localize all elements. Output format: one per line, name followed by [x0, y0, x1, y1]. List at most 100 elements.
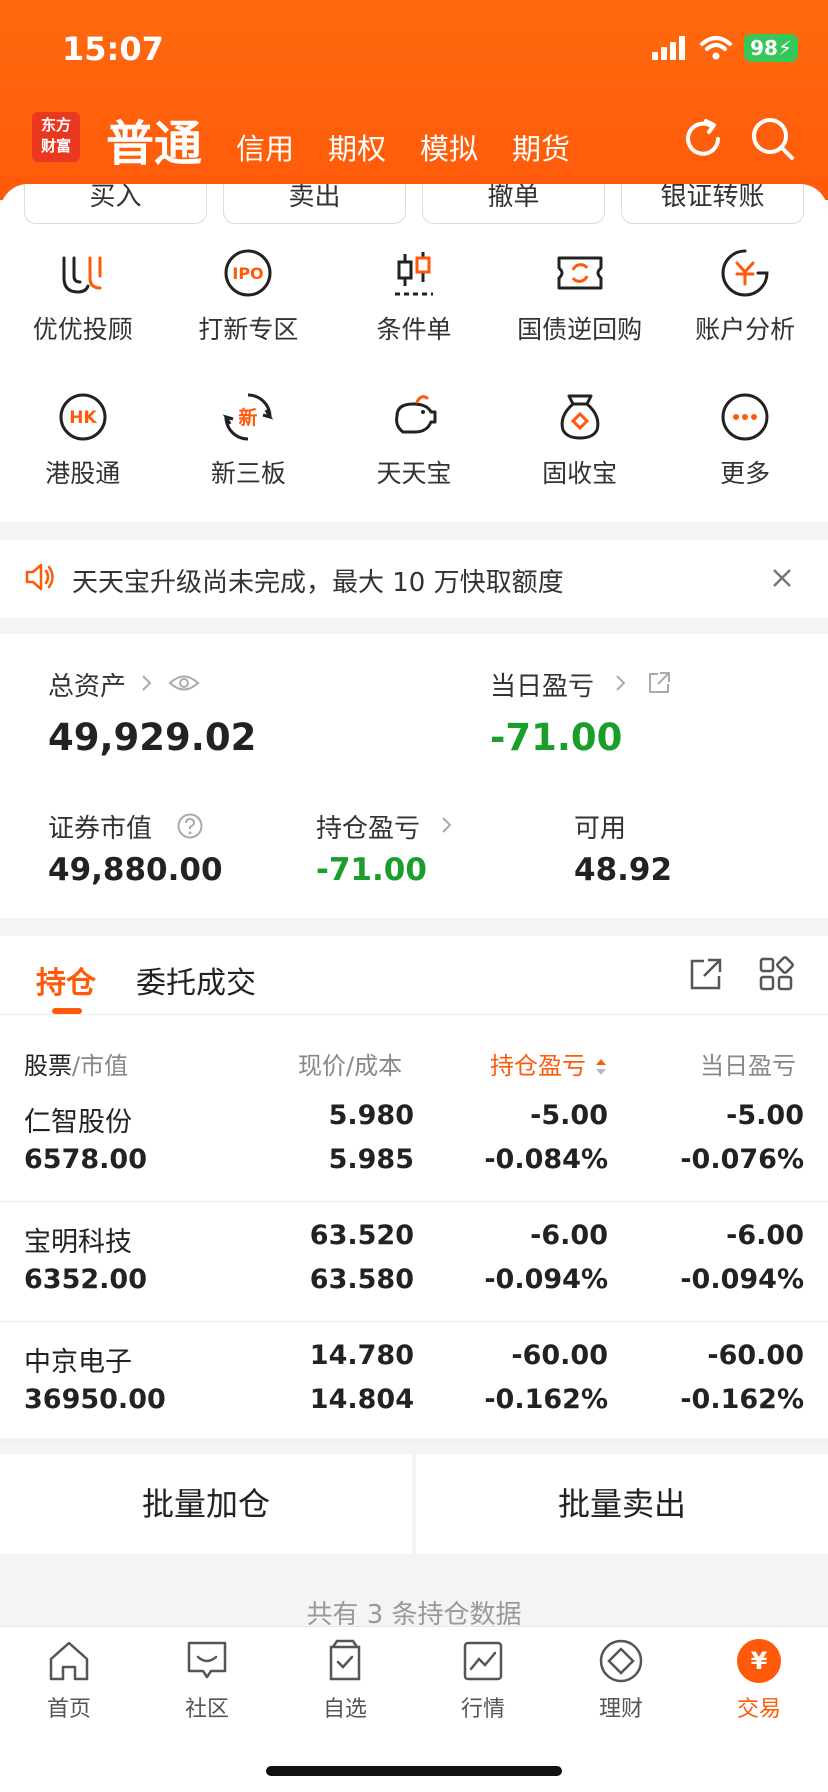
daily-pnl: -6.00	[726, 1220, 804, 1251]
cost-price: 14.804	[309, 1384, 414, 1415]
hk-icon: HK	[59, 393, 107, 441]
grid-item-gushoubao[interactable]: 固收宝	[497, 390, 663, 490]
chevron-right-icon[interactable]	[440, 814, 454, 836]
daily-pnl-label[interactable]: 当日盈亏	[490, 666, 594, 703]
function-grid-row-1: 优优投顾 IPO 打新专区 条件单 国债逆回购 账户分析	[0, 246, 828, 346]
daily-pnl: -60.00	[707, 1340, 804, 1371]
function-grid-row-2: HK 港股通 新 新三板 天天宝 固收宝 更多	[0, 390, 828, 490]
battery-level: 98	[750, 36, 778, 60]
hk-icon-text: HK	[69, 408, 97, 428]
tab-orders-trades[interactable]: 委托成交	[136, 958, 256, 1002]
tab-holdings[interactable]: 持仓	[36, 958, 96, 1002]
grid-label: 打新专区	[198, 315, 299, 344]
chevron-right-icon[interactable]	[614, 672, 628, 694]
ipo-icon: IPO	[224, 249, 272, 297]
buy-button[interactable]: 买入	[24, 184, 207, 224]
nav-label: 首页	[46, 1697, 91, 1722]
col-market-value: 市值	[80, 1052, 129, 1080]
piggy-bank-icon	[395, 395, 437, 434]
holding-pnl: -6.00	[530, 1220, 608, 1251]
account-analysis-icon	[721, 249, 769, 297]
holding-pnl-pct: -0.162%	[484, 1384, 608, 1415]
home-indicator	[266, 1766, 562, 1776]
repo-icon	[557, 256, 603, 290]
col-daily-pnl[interactable]: 当日盈亏	[700, 1046, 796, 1080]
tab-futures[interactable]: 期货	[512, 126, 570, 168]
cellular-signal-icon	[652, 36, 686, 60]
chevron-right-icon[interactable]	[140, 672, 154, 694]
notice-banner[interactable]: 天天宝升级尚未完成，最大 10 万快取额度	[0, 540, 828, 618]
table-row[interactable]: 宝明科技 6352.00 63.520 63.580 -6.00 -0.094% -6.00…	[0, 1202, 828, 1322]
nav-trade[interactable]: ¥ 交易	[690, 1627, 828, 1792]
wealth-icon	[599, 1639, 643, 1683]
grid-label: 国债逆回购	[517, 315, 643, 344]
nav-community[interactable]: 社区	[138, 1627, 276, 1792]
trade-glyph: ¥	[751, 1647, 768, 1675]
tab-options[interactable]: 期权	[328, 126, 386, 168]
grid-label: 更多	[720, 459, 771, 488]
nav-wealth[interactable]: 理财	[552, 1627, 690, 1792]
candlestick-icon	[394, 252, 433, 296]
more-icon	[721, 393, 769, 441]
available-label: 可用	[574, 814, 627, 844]
uu-advisor-icon	[62, 256, 102, 294]
bank-transfer-button[interactable]: 银证转账	[621, 184, 804, 224]
search-icon[interactable]	[750, 116, 796, 162]
nav-home[interactable]: 首页	[0, 1627, 138, 1792]
grid-label: 优优投顾	[32, 315, 133, 344]
nav-label: 自选	[322, 1697, 367, 1722]
total-assets-label[interactable]: 总资产	[48, 666, 126, 703]
grid-item-ipo[interactable]: IPO 打新专区	[166, 246, 332, 346]
holding-pnl-label[interactable]: 持仓盈亏	[316, 808, 420, 845]
battery-indicator: 98⚡	[744, 34, 798, 62]
market-value: 6578.00	[24, 1144, 147, 1175]
tab-credit[interactable]: 信用	[236, 126, 294, 168]
available-value: 48.92	[574, 852, 673, 888]
close-icon[interactable]	[766, 560, 798, 594]
grid-item-tiantianbao[interactable]: 天天宝	[331, 390, 497, 490]
holding-pnl-value: -71.00	[316, 852, 427, 888]
grid-item-more[interactable]: 更多	[662, 390, 828, 490]
batch-add-button[interactable]: 批量加仓	[0, 1454, 412, 1554]
table-row[interactable]: 中京电子 36950.00 14.780 14.804 -60.00 -0.162% -60…	[0, 1322, 828, 1442]
market-value: 6352.00	[24, 1264, 147, 1295]
status-icons: 98⚡	[652, 34, 798, 62]
nav-label: 行情	[460, 1697, 505, 1722]
grid-label: 港股通	[45, 459, 121, 488]
export-icon[interactable]	[688, 956, 724, 992]
column-price-cost: 现价/成本	[298, 1052, 403, 1080]
refresh-icon[interactable]	[680, 116, 726, 162]
grid-item-hk-connect[interactable]: HK 港股通	[0, 390, 166, 490]
tab-simulation[interactable]: 模拟	[420, 126, 478, 168]
speaker-icon	[25, 563, 54, 591]
cancel-order-button[interactable]: 撤单	[422, 184, 605, 224]
cost-price: 5.985	[328, 1144, 414, 1175]
money-bag-icon	[560, 394, 599, 440]
nav-label: 理财	[598, 1697, 643, 1722]
cost-price: 63.580	[309, 1264, 414, 1295]
column-holding-pnl[interactable]: 持仓盈亏	[490, 1046, 608, 1081]
help-icon[interactable]	[176, 812, 204, 840]
daily-pnl-pct: -0.162%	[680, 1384, 804, 1415]
grid-label: 固收宝	[542, 459, 618, 488]
market-value-value: 49,880.00	[48, 852, 223, 888]
batch-sell-button[interactable]: 批量卖出	[416, 1454, 828, 1554]
grid-item-repo[interactable]: 国债逆回购	[497, 246, 663, 346]
share-icon[interactable]	[646, 670, 672, 696]
market-value-label: 证券市值	[48, 814, 153, 844]
status-time: 15:07	[62, 30, 164, 68]
table-row[interactable]: 仁智股份 6578.00 5.980 5.985 -5.00 -0.084% -5.00 -0…	[0, 1082, 828, 1202]
grid-item-uu-advisor[interactable]: 优优投顾	[0, 246, 166, 346]
grid-view-icon[interactable]	[758, 956, 794, 992]
grid-item-conditional-order[interactable]: 条件单	[331, 246, 497, 346]
holding-pnl-pct: -0.094%	[484, 1264, 608, 1295]
eye-icon[interactable]	[168, 670, 200, 696]
holding-pnl: -5.00	[530, 1100, 608, 1131]
grid-item-account-analysis[interactable]: 账户分析	[662, 246, 828, 346]
tab-normal[interactable]: 普通	[106, 104, 202, 174]
sell-button[interactable]: 卖出	[223, 184, 406, 224]
grid-item-new-third-board[interactable]: 新 新三板	[166, 390, 332, 490]
grid-label: 新三板	[210, 459, 286, 488]
col-price: 现价	[298, 1052, 346, 1080]
market-chart-icon	[463, 1641, 503, 1681]
